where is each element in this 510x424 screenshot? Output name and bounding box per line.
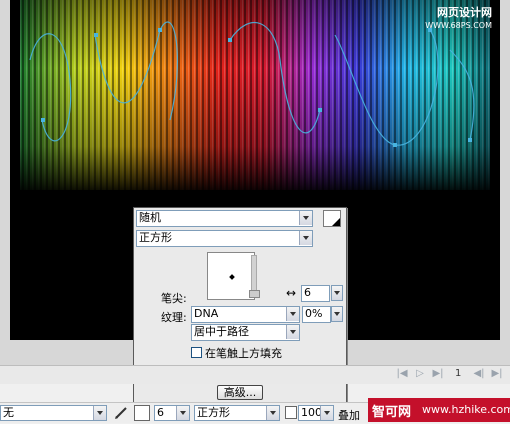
blend-mode-value[interactable]: 叠加	[338, 407, 360, 423]
tip-shape-value: 正方形	[139, 231, 172, 244]
brand-url: www.hzhike.com	[422, 403, 510, 416]
chevron-down-icon[interactable]	[320, 406, 333, 420]
pencil-icon-graphic	[115, 407, 127, 419]
tip-preview-dot	[229, 274, 235, 280]
watermark-url: WWW.68PS.COM	[425, 21, 492, 30]
chevron-down-icon[interactable]	[266, 406, 279, 420]
stroke-tip-select[interactable]: 正方形	[194, 405, 280, 421]
next-page-icon[interactable]: ▶|	[431, 368, 445, 380]
play-icon[interactable]: ▷	[413, 368, 427, 380]
fill-select[interactable]: 无	[0, 405, 107, 421]
texture-value: DNA	[194, 307, 219, 320]
tip-size-value: 6	[304, 286, 311, 299]
brand-badge: 智可网 www.hzhike.com	[368, 398, 510, 422]
stroke-size-select[interactable]: 6	[154, 405, 190, 421]
fill-over-label: 在笔触上方填充	[205, 347, 282, 360]
tip-preview	[207, 252, 255, 300]
chevron-down-icon[interactable]	[176, 406, 189, 420]
stroke-color-swatch[interactable]	[134, 405, 150, 421]
stroke-category-select[interactable]: 随机	[136, 210, 313, 227]
chevron-down-icon[interactable]	[299, 231, 312, 245]
tip-size-field[interactable]: 6	[301, 285, 330, 302]
stroke-color-swatch[interactable]	[323, 210, 341, 227]
fill-over-checkbox[interactable]	[191, 347, 202, 358]
stroke-category-value: 随机	[139, 211, 161, 224]
tip-size-slider-thumb[interactable]	[249, 290, 260, 298]
artboard-image[interactable]: 网页设计网 WWW.68PS.COM	[10, 0, 500, 195]
opacity-select[interactable]: 100	[298, 405, 334, 421]
chevron-down-icon[interactable]	[286, 307, 299, 321]
chevron-down-icon[interactable]	[93, 406, 106, 420]
texture-amount-value: 0%	[305, 307, 323, 320]
page-number: 1	[455, 368, 462, 379]
pencil-icon[interactable]	[113, 405, 129, 421]
stroke-size-value: 6	[157, 406, 164, 419]
texture-amount-dropdown-button[interactable]	[331, 306, 343, 322]
last-page-icon[interactable]: ▶|	[490, 368, 504, 380]
horizontal-arrows-icon: ↔	[286, 286, 297, 300]
placement-value: 居中于路径	[194, 325, 249, 338]
tip-label: 笔尖:	[161, 292, 187, 305]
opacity-value: 100	[301, 406, 322, 419]
brand-name: 智可网	[372, 405, 412, 420]
placement-select[interactable]: 居中于路径	[191, 324, 300, 341]
opacity-icon	[285, 406, 297, 419]
chevron-down-icon[interactable]	[286, 325, 299, 339]
watermark-site: 网页设计网	[437, 6, 492, 19]
chevron-down-icon[interactable]	[299, 211, 312, 225]
prev-icon[interactable]: ◀|	[472, 368, 486, 380]
tip-shape-select[interactable]: 正方形	[136, 230, 313, 247]
texture-amount-field[interactable]: 0%	[302, 306, 331, 323]
page-navigation-bar: |◀ ▷ ▶| 1 ◀| ▶|	[0, 365, 510, 384]
stroke-tip-value: 正方形	[197, 406, 230, 419]
watermark: 网页设计网 WWW.68PS.COM	[402, 4, 492, 34]
texture-select[interactable]: DNA	[191, 306, 300, 323]
tip-size-dropdown-button[interactable]	[331, 285, 343, 301]
fill-value: 无	[3, 406, 14, 419]
texture-label: 纹理:	[161, 311, 187, 324]
first-page-icon[interactable]: |◀	[395, 368, 409, 380]
advanced-button[interactable]: 高级...	[217, 385, 263, 400]
